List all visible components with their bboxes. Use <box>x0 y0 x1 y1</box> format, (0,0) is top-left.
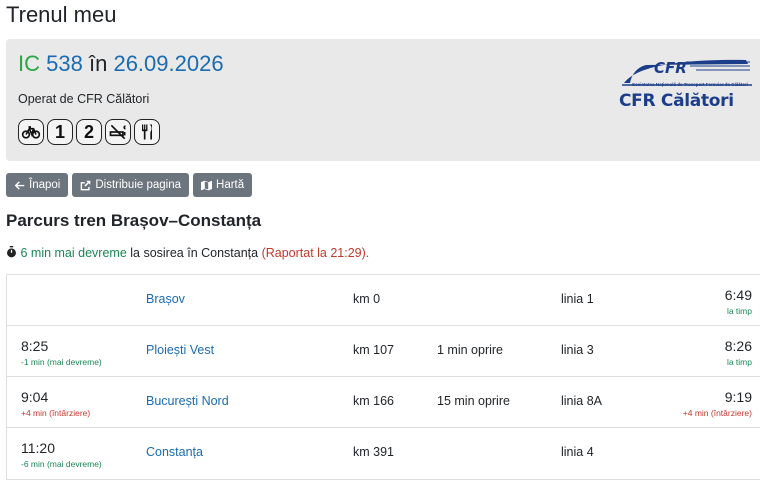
arrival-time: 9:04 <box>21 389 49 405</box>
departure-time: 8:26 <box>724 338 752 354</box>
train-heading: IC 538 în 26.09.2026 <box>18 51 224 77</box>
second-class-label: 2 <box>83 121 94 142</box>
bicycle-icon <box>18 119 44 145</box>
arrival-status: 6 min mai devreme la sosirea în Constanț… <box>6 246 369 260</box>
station-km: km 107 <box>353 343 394 357</box>
stopwatch-icon <box>7 246 16 258</box>
train-info-card: IC 538 în 26.09.2026 Operat de CFR Călăt… <box>6 39 760 161</box>
back-button-label: Înapoi <box>29 179 61 191</box>
cfr-logo-short: CFR <box>654 59 687 77</box>
station-km: km 166 <box>353 394 394 408</box>
station-row: 9:04 +4 min (întârziere) București Nord … <box>7 377 760 428</box>
train-operator: Operat de CFR Călători <box>18 92 150 106</box>
action-buttons: Înapoi Distribuie pagina Hartă <box>6 173 253 197</box>
train-date-preposition: în <box>88 51 108 76</box>
departure-note: +4 min (întârziere) <box>682 408 752 418</box>
station-platform: linia 3 <box>561 343 594 357</box>
station-link[interactable]: București Nord <box>146 394 229 408</box>
first-class-label: 1 <box>54 121 65 142</box>
page-title: Trenul meu <box>6 2 117 27</box>
no-smoking-icon <box>105 119 131 145</box>
stop-duration: 1 min oprire <box>437 343 503 357</box>
arrival-time: 11:20 <box>21 440 55 456</box>
station-list: Brașov km 0 linia 1 6:49 la timp 8:25 -1… <box>6 274 760 480</box>
stop-duration: 15 min oprire <box>437 394 510 408</box>
arrival-time: 8:25 <box>21 338 49 354</box>
back-button[interactable]: Înapoi <box>6 173 69 197</box>
arrival-note: -6 min (mai devreme) <box>21 459 102 469</box>
station-row: 11:20 -6 min (mai devreme) Constanța km … <box>7 428 760 479</box>
cfr-logo: CFR Societatea Națională de Transport Fe… <box>616 55 756 117</box>
station-row: Brașov km 0 linia 1 6:49 la timp <box>7 275 760 326</box>
first-class-icon: 1 <box>47 119 73 145</box>
second-class-icon: 2 <box>76 119 102 145</box>
departure-time: 6:49 <box>724 287 752 303</box>
station-link[interactable]: Constanța <box>146 445 203 459</box>
station-row: 8:25 -1 min (mai devreme) Ploiești Vest … <box>7 326 760 377</box>
train-number: 538 <box>46 51 83 76</box>
share-icon <box>81 180 91 190</box>
train-date: 26.09.2026 <box>113 51 224 76</box>
cfr-logo-brand: CFR Călători <box>619 91 734 111</box>
station-km: km 391 <box>353 445 394 459</box>
station-link[interactable]: Brașov <box>146 292 185 306</box>
arrival-delay: 6 min mai devreme <box>20 246 127 260</box>
share-button[interactable]: Distribuie pagina <box>72 173 190 197</box>
station-platform: linia 1 <box>561 292 594 306</box>
share-button-label: Distribuie pagina <box>95 179 182 191</box>
arrival-note: +4 min (întârziere) <box>21 408 91 418</box>
train-category: IC <box>18 51 40 76</box>
departure-time: 9:19 <box>724 389 752 405</box>
report-time: (Raportat la 21:29). <box>261 246 370 260</box>
arrow-left-icon <box>14 180 25 190</box>
departure-note: la timp <box>726 306 752 316</box>
cfr-logo-tagline: Societatea Națională de Transport Ferovi… <box>632 82 749 87</box>
train-services: 1 2 <box>18 119 160 145</box>
map-button[interactable]: Hartă <box>193 173 253 197</box>
station-km: km 0 <box>353 292 381 306</box>
station-platform: linia 8A <box>561 394 602 408</box>
map-button-label: Hartă <box>216 179 245 191</box>
map-icon <box>201 180 213 190</box>
station-platform: linia 4 <box>561 445 594 459</box>
route-title: Parcurs tren Brașov–Constanța <box>6 211 262 230</box>
station-link[interactable]: Ploiești Vest <box>146 343 214 357</box>
arrival-status-text: la sosirea în Constanța <box>126 246 262 260</box>
restaurant-icon <box>134 119 160 145</box>
arrival-note: -1 min (mai devreme) <box>21 357 102 367</box>
departure-note: la timp <box>726 357 752 367</box>
